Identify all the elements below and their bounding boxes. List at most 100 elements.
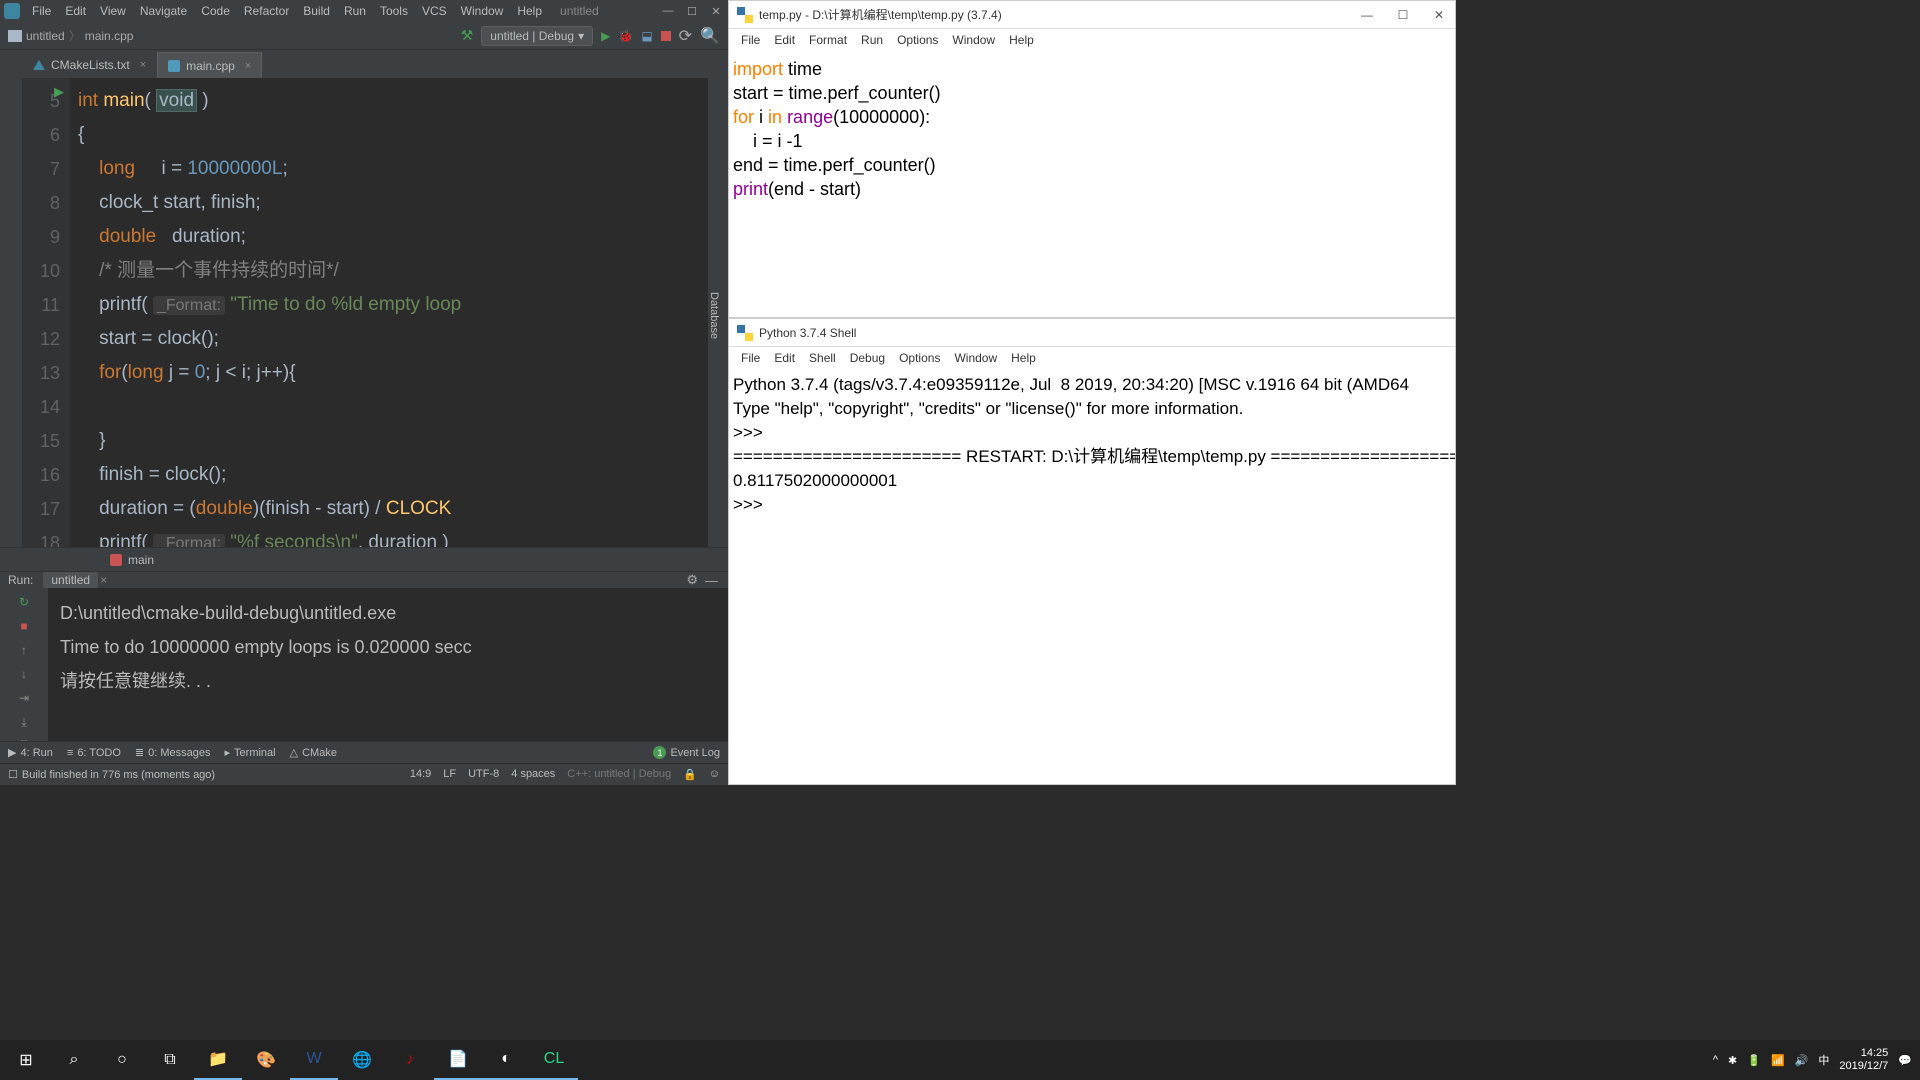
idle-code-area[interactable]: import timestart = time.perf_counter()fo… (729, 51, 1455, 317)
run-icon[interactable]: ▶ (601, 29, 610, 43)
explorer-icon[interactable]: 📁 (194, 1040, 242, 1080)
event-log[interactable]: 1Event Log (653, 746, 720, 759)
menu-run[interactable]: Run (338, 2, 372, 20)
menu-navigate[interactable]: Navigate (134, 2, 193, 20)
idle-menu-window[interactable]: Window (946, 31, 1001, 49)
shell-menu-edit[interactable]: Edit (768, 349, 801, 367)
volume-icon[interactable]: 🔊 (1795, 1054, 1809, 1067)
search-button[interactable]: ⌕ (50, 1040, 98, 1080)
search-icon[interactable]: 🔍 (700, 26, 720, 46)
lock-icon[interactable]: 🔒 (683, 768, 697, 781)
shell-menu-help[interactable]: Help (1005, 349, 1042, 367)
menu-edit[interactable]: Edit (59, 2, 92, 20)
scroll-icon[interactable]: ⤓ (16, 714, 32, 730)
database-tool-window-tab[interactable]: Database (708, 78, 728, 547)
app-icon[interactable]: ◐ (482, 1040, 530, 1080)
chevron-up-icon[interactable]: ^ (1713, 1054, 1718, 1066)
tab-cmakelists[interactable]: CMakeLists.txt × (22, 52, 157, 78)
close-button[interactable]: ✕ (704, 0, 728, 22)
time: 14:25 (1839, 1047, 1888, 1060)
code-area[interactable]: int main( void ){ long i = 10000000L; cl… (70, 78, 728, 547)
bb-run[interactable]: ▶4: Run (8, 746, 53, 759)
minimize-button[interactable]: — (656, 0, 680, 22)
stop-icon[interactable] (661, 31, 671, 41)
battery-icon[interactable]: 🔋 (1747, 1054, 1761, 1067)
idle-menu-help[interactable]: Help (1003, 31, 1040, 49)
shell-menu-options[interactable]: Options (893, 349, 946, 367)
down-icon[interactable]: ↓ (16, 666, 32, 682)
maximize-button[interactable]: ☐ (1391, 8, 1415, 22)
bb-messages[interactable]: ≣0: Messages (135, 746, 211, 759)
run-config-selector[interactable]: untitled | Debug ▾ (481, 26, 593, 46)
tab-close-icon[interactable]: × (241, 60, 251, 72)
rerun-icon[interactable]: ↻ (16, 594, 32, 610)
idle-menu-edit[interactable]: Edit (768, 31, 801, 49)
minimize-panel-icon[interactable]: — (705, 573, 718, 588)
indent[interactable]: 4 spaces (511, 768, 555, 781)
menu-file[interactable]: File (26, 2, 57, 20)
tab-close-icon[interactable]: × (136, 59, 146, 71)
cursor-position[interactable]: 14:9 (410, 768, 431, 781)
tray-icon[interactable]: ✱ (1728, 1054, 1737, 1067)
menu-view[interactable]: View (94, 2, 132, 20)
clock[interactable]: 14:25 2019/12/7 (1839, 1047, 1888, 1073)
idle-menu-options[interactable]: Options (891, 31, 944, 49)
bb-todo[interactable]: ≡6: TODO (67, 747, 121, 759)
update-icon[interactable]: ⟳ (679, 26, 692, 46)
function-name[interactable]: main (128, 553, 154, 567)
idle-menu-run[interactable]: Run (855, 31, 889, 49)
build-icon[interactable]: ⚒ (461, 27, 474, 44)
netease-icon[interactable]: ♪ (386, 1040, 434, 1080)
shell-menu-window[interactable]: Window (948, 349, 1003, 367)
shell-menu-shell[interactable]: Shell (803, 349, 842, 367)
encoding[interactable]: UTF-8 (468, 768, 499, 781)
line-separator[interactable]: LF (443, 768, 456, 781)
debug-icon[interactable]: 🐞 (618, 29, 633, 43)
menu-vcs[interactable]: VCS (416, 2, 453, 20)
function-icon (110, 554, 122, 566)
soft-wrap-icon[interactable]: ⇥ (16, 690, 32, 706)
breadcrumb-file[interactable]: main.cpp (85, 29, 134, 43)
tab-main-cpp[interactable]: main.cpp × (157, 52, 262, 78)
ime-indicator[interactable]: 中 (1818, 1052, 1829, 1068)
stop-run-icon[interactable]: ■ (16, 618, 32, 634)
run-output[interactable]: D:\untitled\cmake-build-debug\untitled.e… (48, 588, 728, 754)
run-tab[interactable]: untitled (43, 572, 98, 588)
inspect-icon[interactable]: ☺ (709, 768, 720, 781)
menu-help[interactable]: Help (511, 2, 548, 20)
clion-logo-icon (4, 3, 20, 19)
menu-code[interactable]: Code (195, 2, 236, 20)
chrome-icon[interactable]: 🌐 (338, 1040, 386, 1080)
menu-build[interactable]: Build (297, 2, 336, 20)
taskview-button[interactable]: ⧉ (146, 1040, 194, 1080)
shell-menu-debug[interactable]: Debug (844, 349, 891, 367)
context[interactable]: C++: untitled | Debug (567, 768, 671, 781)
menu-window[interactable]: Window (455, 2, 510, 20)
shell-output[interactable]: Python 3.7.4 (tags/v3.7.4:e09359112e, Ju… (729, 369, 1455, 784)
cortana-button[interactable]: ○ (98, 1040, 146, 1080)
bb-cmake[interactable]: △CMake (290, 746, 337, 759)
code-editor[interactable]: 56789101112131415161718 int main( void )… (0, 78, 728, 547)
clion-taskbar-icon[interactable]: CL (530, 1040, 578, 1080)
wifi-icon[interactable]: 📶 (1771, 1054, 1785, 1067)
notepad-icon[interactable]: 📄 (434, 1040, 482, 1080)
start-button[interactable]: ⊞ (2, 1040, 50, 1080)
run-gutter-icon[interactable]: ▶ (54, 84, 64, 100)
notifications-icon[interactable]: 💬 (1898, 1054, 1912, 1067)
breadcrumb-project[interactable]: untitled (26, 29, 65, 43)
shell-menu-file[interactable]: File (735, 349, 766, 367)
word-icon[interactable]: W (290, 1040, 338, 1080)
paint-icon[interactable]: 🎨 (242, 1040, 290, 1080)
maximize-button[interactable]: ☐ (680, 0, 704, 22)
close-button[interactable]: ✕ (1427, 8, 1451, 22)
idle-menu-format[interactable]: Format (803, 31, 853, 49)
menu-tools[interactable]: Tools (374, 2, 414, 20)
run-tab-close-icon[interactable]: × (100, 573, 107, 587)
idle-menu-file[interactable]: File (735, 31, 766, 49)
gear-icon[interactable]: ⚙ (686, 572, 698, 588)
minimize-button[interactable]: — (1355, 8, 1379, 22)
menu-refactor[interactable]: Refactor (238, 2, 295, 20)
up-icon[interactable]: ↑ (16, 642, 32, 658)
bb-terminal[interactable]: ▸Terminal (225, 746, 276, 759)
coverage-icon[interactable]: ⬓ (641, 29, 652, 43)
